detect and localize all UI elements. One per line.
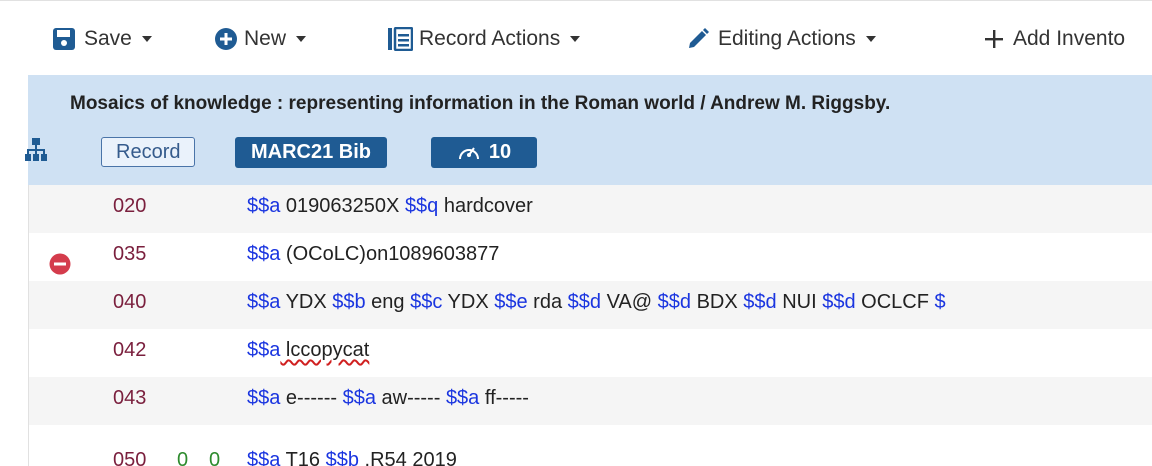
editing-actions-menu-button[interactable]: Editing Actions <box>686 21 876 57</box>
subfield-value: YDX <box>442 291 495 313</box>
subfield-value: NUI <box>776 291 823 313</box>
subfield-value: BDX <box>691 291 744 313</box>
field-tag: 043 <box>113 387 147 409</box>
field-content[interactable]: $$a e------ $$a aw----- $$a ff----- <box>247 387 529 410</box>
score-value: 10 <box>488 141 512 163</box>
subfield-code: $ <box>934 291 946 313</box>
subfield-code: $$a <box>247 195 281 217</box>
subfield-code: $$b <box>325 449 359 466</box>
field-tag: 050 <box>113 449 147 466</box>
toolbar: Save New Record Actions Editing Actions … <box>0 0 1152 75</box>
subfield-code: $$d <box>657 291 692 313</box>
score-badge[interactable]: 10 <box>431 137 537 168</box>
add-inventory-button[interactable]: Add Invento <box>983 21 1125 57</box>
subfield-code: $$a <box>247 291 281 313</box>
field-content[interactable]: $$a (OCoLC)on1089603877 <box>247 243 499 266</box>
field-tag: 042 <box>113 339 147 361</box>
subfield-code: $$a <box>247 387 281 409</box>
save-label: Save <box>84 27 132 50</box>
subfield-code: $$a <box>247 449 281 466</box>
marc-field-row[interactable]: 050 0 0 $$a T16 $$b .R54 2019 <box>29 439 1152 466</box>
pencil-icon <box>686 27 710 51</box>
minus-circle-icon[interactable] <box>49 253 71 275</box>
field-content[interactable]: $$a 019063250X $$q hardcover <box>247 195 533 218</box>
subfield-value: OCLCF <box>855 291 935 313</box>
subfield-code: $$a <box>247 339 281 361</box>
floppy-disk-icon <box>52 27 76 51</box>
subfield-code: $$q <box>404 195 439 217</box>
record-actions-menu-button[interactable]: Record Actions <box>387 21 581 57</box>
list-box-icon <box>387 27 413 51</box>
subfield-value: .R54 2019 <box>358 449 457 466</box>
chevron-down-icon <box>570 36 581 42</box>
record-header: Mosaics of knowledge : representing info… <box>28 75 1152 185</box>
record-actions-label: Record Actions <box>419 27 561 50</box>
marc-field-row[interactable]: 040 $$a YDX $$b eng $$c YDX $$e rda $$d … <box>29 281 1152 329</box>
field-tag: 035 <box>113 243 147 265</box>
chevron-down-icon <box>865 36 876 42</box>
gauge-icon <box>457 142 481 164</box>
subfield-value: ff----- <box>479 387 529 409</box>
subfield-code: $$d <box>822 291 856 313</box>
indicator-2[interactable]: 0 <box>209 449 220 466</box>
marc-field-row[interactable]: 043 $$a e------ $$a aw----- $$a ff----- <box>29 377 1152 425</box>
subfield-value: T16 <box>280 449 326 466</box>
hierarchy-icon[interactable] <box>25 138 47 162</box>
field-tag: 040 <box>113 291 147 313</box>
subfield-code: $$d <box>743 291 777 313</box>
subfield-code: $$e <box>494 291 528 313</box>
save-menu-button[interactable]: Save <box>52 21 152 57</box>
record-title: Mosaics of knowledge : representing info… <box>70 93 891 114</box>
subfield-code: $$a <box>247 243 281 265</box>
subfield-value: (OCoLC)on1089603877 <box>280 243 500 265</box>
add-inventory-label: Add Invento <box>1013 27 1126 50</box>
marc-field-row[interactable]: 042 $$a lccopycat <box>29 329 1152 377</box>
subfield-value: 019063250X <box>280 195 405 217</box>
field-tag: 020 <box>113 195 147 217</box>
marc-field-row[interactable]: 035 $$a (OCoLC)on1089603877 <box>29 233 1152 281</box>
subfield-code: $$b <box>332 291 366 313</box>
new-menu-button[interactable]: New <box>214 21 307 57</box>
subfield-code: $$a <box>342 387 376 409</box>
subfield-value: e------ <box>280 387 343 409</box>
subfield-value: eng <box>365 291 411 313</box>
indicator-1[interactable]: 0 <box>177 449 188 466</box>
chevron-down-icon <box>296 36 307 42</box>
subfield-value: YDX <box>280 291 333 313</box>
subfield-code: $$a <box>445 387 480 409</box>
editing-actions-label: Editing Actions <box>718 27 856 50</box>
field-content[interactable]: $$a lccopycat <box>247 339 369 362</box>
marc-field-row[interactable]: 020 $$a 019063250X $$q hardcover <box>29 185 1152 233</box>
subfield-code: $$d <box>567 291 602 313</box>
field-content[interactable]: $$a T16 $$b .R54 2019 <box>247 449 457 466</box>
subfield-code: $$c <box>410 291 443 313</box>
field-content[interactable]: $$a YDX $$b eng $$c YDX $$e rda $$d VA@ … <box>247 291 946 314</box>
subfield-value: aw----- <box>375 387 446 409</box>
plus-circle-icon <box>214 27 238 51</box>
plus-icon <box>983 28 1005 50</box>
format-badge: MARC21 Bib <box>235 137 388 168</box>
subfield-value: VA@ <box>601 291 658 313</box>
subfield-value: hardcover <box>438 195 533 217</box>
record-badge: Record <box>101 137 196 167</box>
chevron-down-icon <box>141 36 152 42</box>
marc-field-list: 020 $$a 019063250X $$q hardcover 035 $$a… <box>28 185 1152 466</box>
new-label: New <box>244 27 287 50</box>
subfield-value: lccopycat <box>280 339 370 361</box>
subfield-value: rda <box>527 291 568 313</box>
